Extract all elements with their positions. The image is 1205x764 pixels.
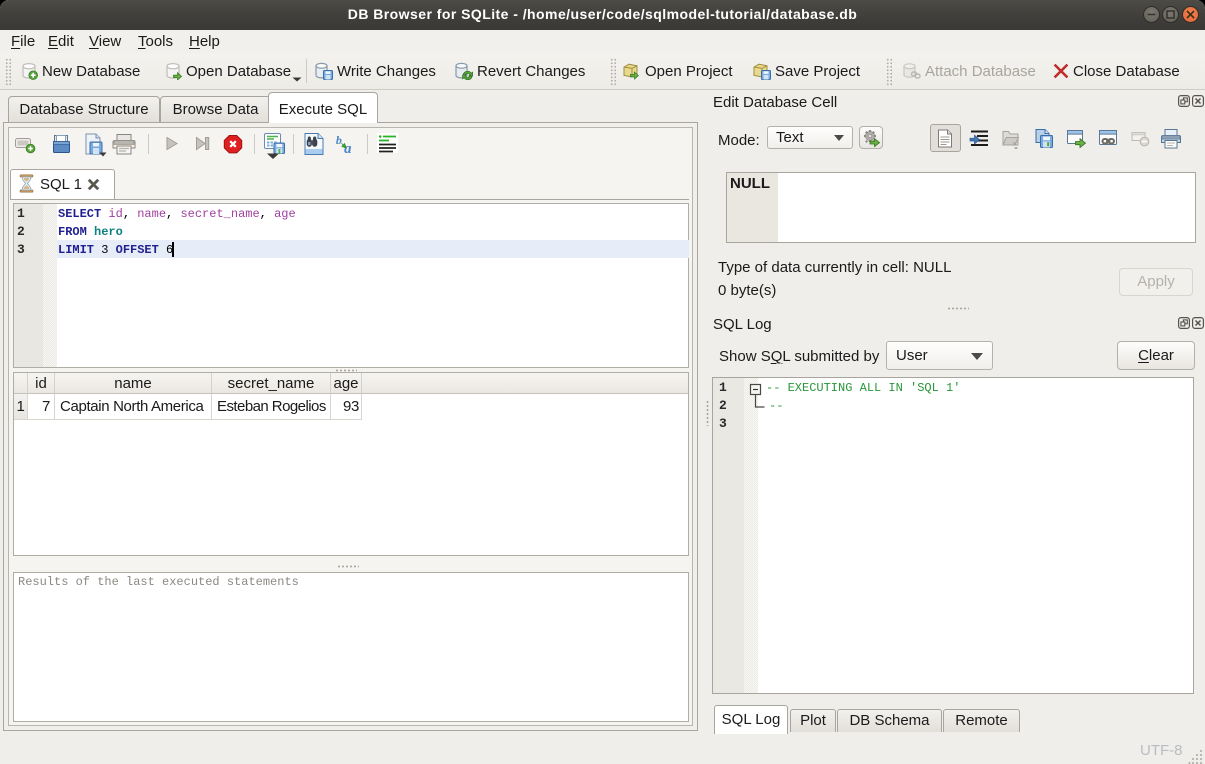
svg-text:b: b [336,133,342,147]
svg-text:a: a [344,141,352,156]
